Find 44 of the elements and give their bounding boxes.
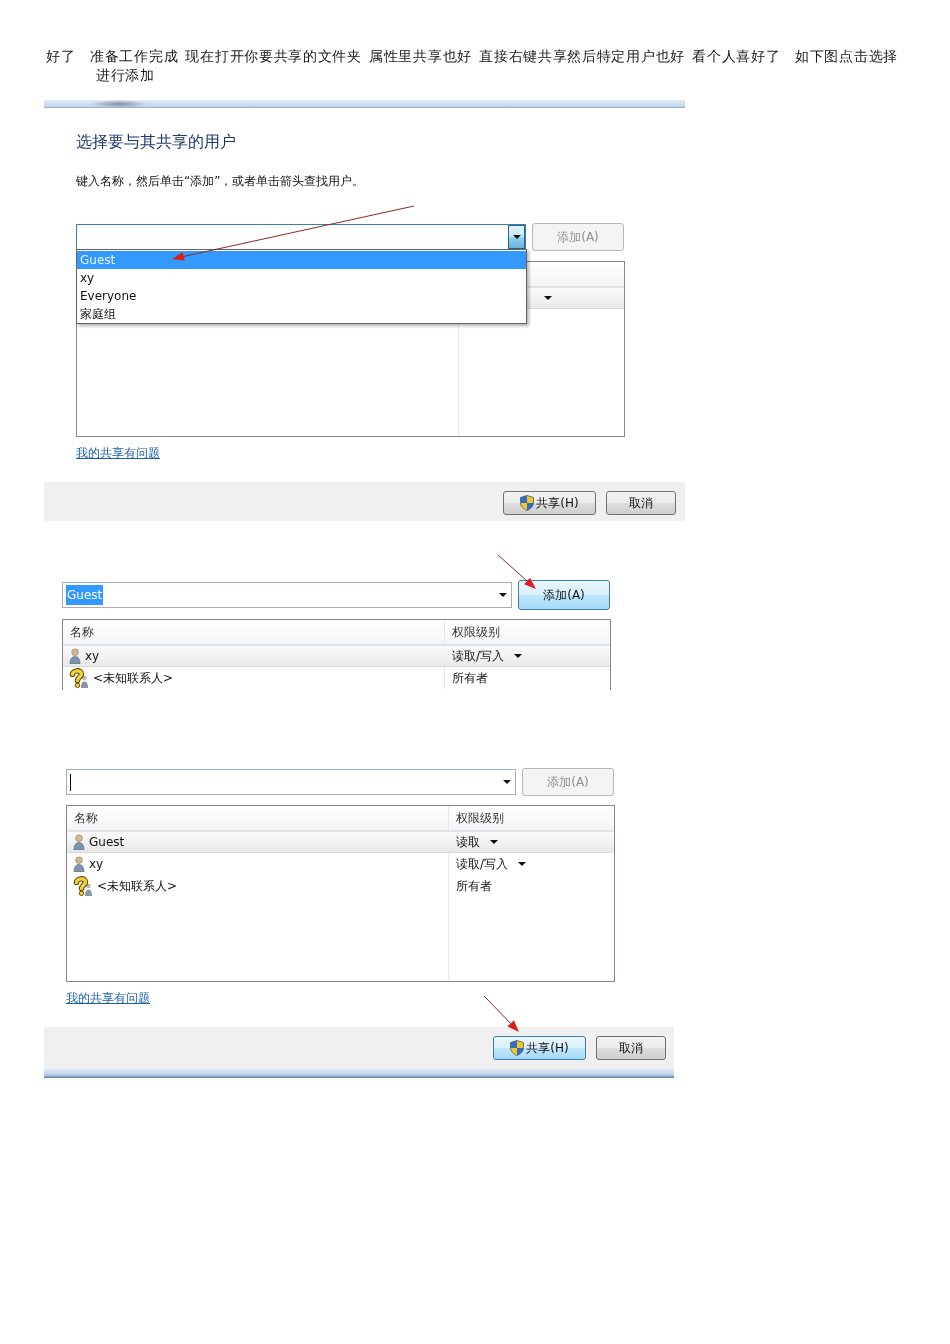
list-row[interactable]: xy 读取/写入	[63, 645, 610, 667]
question-mark-icon	[69, 668, 89, 688]
help-link[interactable]: 我的共享有问题	[76, 445, 160, 461]
column-header[interactable]: 权限级别	[449, 806, 614, 830]
help-link[interactable]: 我的共享有问题	[66, 990, 150, 1006]
caret-icon	[512, 235, 521, 239]
list-row[interactable]: xy 读取/写入	[67, 853, 614, 875]
column-header[interactable]: 权限级别	[445, 620, 610, 644]
shield-icon	[520, 495, 535, 511]
user-name: Guest	[89, 835, 125, 849]
dropdown-item[interactable]: Everyone	[77, 287, 526, 305]
instruction-text: 键入名称，然后单击“添加”，或者单击箭头查找用户。	[76, 173, 365, 189]
user-icon	[69, 648, 81, 664]
permission-level: 读取	[456, 833, 480, 851]
user-icon	[73, 856, 85, 872]
dialog-title: 选择要与其共享的用户	[76, 132, 236, 152]
list-row[interactable]: <未知联系人> 所有者	[67, 875, 614, 897]
caret-icon	[498, 593, 507, 597]
dialog-button[interactable]: 共享(H)	[493, 1036, 586, 1060]
dialog-button[interactable]: 共享(H)	[503, 491, 596, 515]
caret-icon	[502, 780, 511, 784]
user-name: xy	[85, 649, 100, 663]
intro-paragraph: 好了 准备工作完成 现在打开你要共享的文件夹 属性里共享也好 直接右键共享然后特定用户也好 看个人喜好了 如下图点击选择进行添加	[46, 48, 899, 85]
user-name: xy	[89, 857, 104, 871]
column-header[interactable]: 名称	[63, 620, 445, 644]
permission-level: 读取/写入	[452, 647, 505, 665]
dropdown-item[interactable]: 家庭组	[77, 305, 526, 323]
column-header[interactable]: 名称	[67, 806, 449, 830]
dialog-button[interactable]: 取消	[606, 491, 676, 515]
question-mark-icon	[73, 876, 93, 896]
add-button[interactable]: 添加(A)	[518, 580, 610, 610]
user-name: <未知联系人>	[93, 669, 174, 687]
dropdown-item[interactable]: xy	[77, 269, 526, 287]
dialog-button[interactable]: 取消	[596, 1036, 666, 1060]
list-row[interactable]: Guest 读取	[67, 831, 614, 853]
user-name: <未知联系人>	[97, 877, 178, 895]
user-icon	[73, 834, 85, 850]
dropdown-button[interactable]	[508, 225, 525, 249]
combo-value: Guest	[66, 585, 104, 605]
shield-icon	[510, 1040, 525, 1056]
permission-level: 读取/写入	[456, 855, 509, 873]
permission-level: 所有者	[452, 669, 488, 687]
list-row[interactable]: <未知联系人> 所有者	[63, 667, 610, 689]
permission-level: 所有者	[456, 877, 492, 895]
